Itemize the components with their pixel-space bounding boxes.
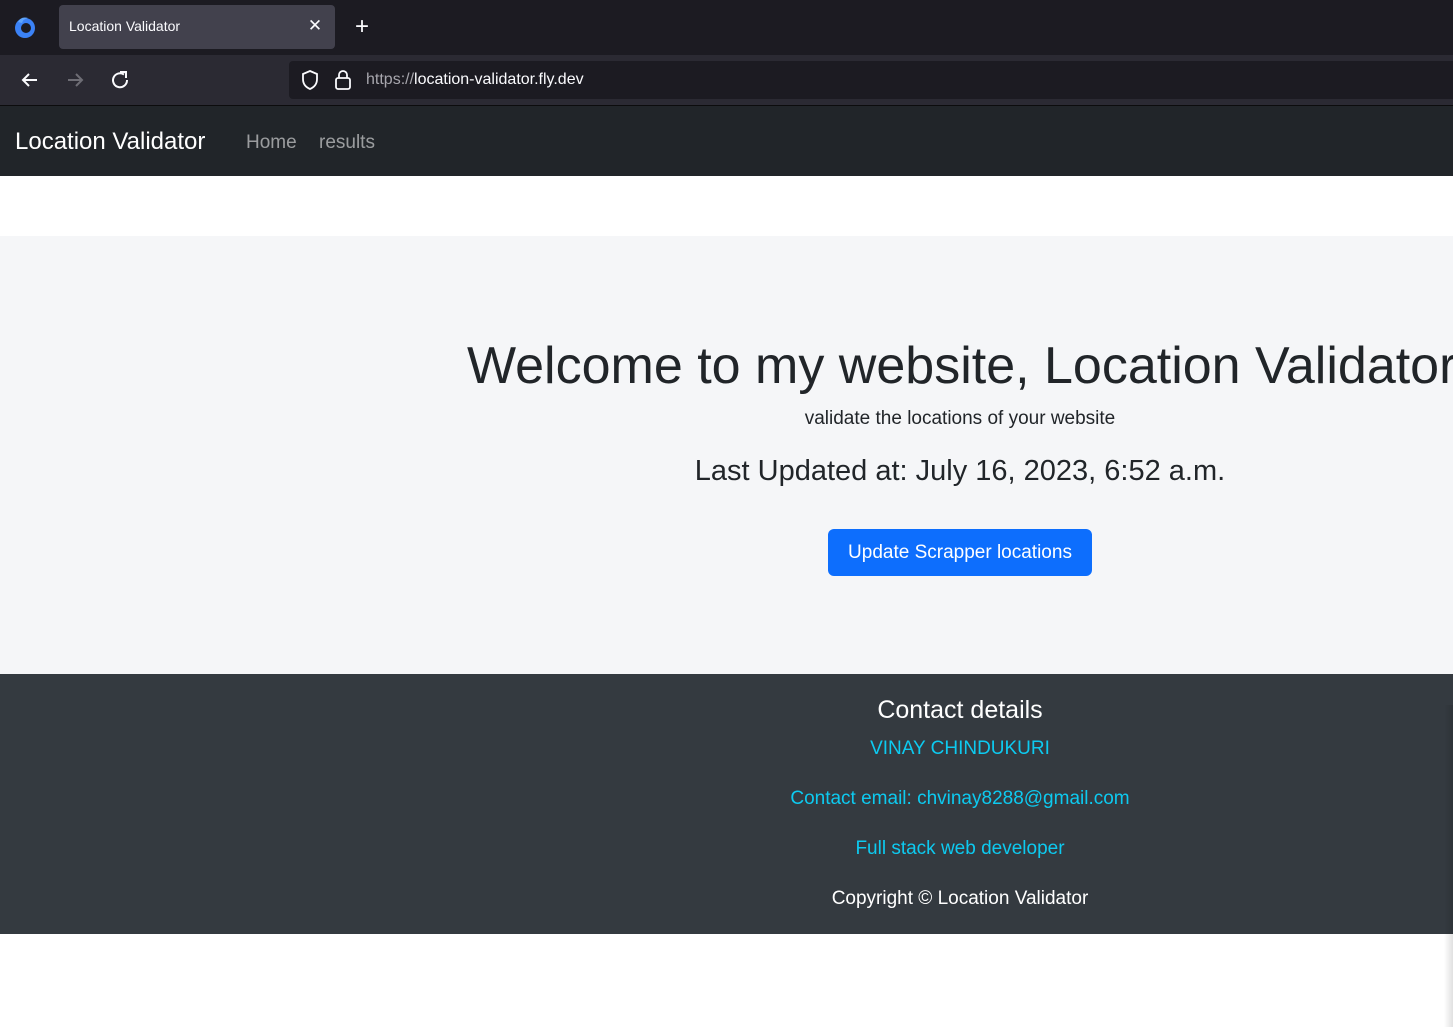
firefox-icon[interactable] — [12, 14, 38, 40]
role-link[interactable]: Full stack web developer — [855, 838, 1064, 859]
shield-icon[interactable] — [299, 69, 321, 91]
contact-details-heading: Contact details — [877, 696, 1043, 724]
update-scrapper-locations-button[interactable]: Update Scrapper locations — [828, 529, 1092, 576]
tab-title: Location Validator — [69, 18, 181, 34]
contact-email-link[interactable]: Contact email: chvinay8288@gmail.com — [790, 788, 1129, 809]
copyright-text: Copyright © Location Validator — [831, 888, 1089, 909]
new-tab-icon[interactable]: + — [350, 14, 374, 40]
browser-tab[interactable]: Location Validator ✕ — [59, 5, 335, 49]
forward-arrow-icon[interactable] — [62, 67, 88, 93]
hero-section: Welcome to my website, Location Validato… — [0, 236, 1453, 674]
last-updated-text: Last Updated at: July 16, 2023, 6:52 a.m… — [694, 455, 1226, 487]
hero-subtitle: validate the locations of your website — [804, 408, 1116, 429]
scrollbar-edge[interactable] — [1444, 705, 1453, 1027]
browser-tabstrip: Location Validator ✕ + — [0, 0, 1453, 55]
browser-toolbar: https://location-validator.fly.dev — [0, 55, 1453, 105]
nav-link-results[interactable]: results — [319, 132, 375, 154]
url-text[interactable]: https://location-validator.fly.dev — [366, 71, 584, 89]
back-arrow-icon[interactable] — [17, 67, 43, 93]
address-bar[interactable]: https://location-validator.fly.dev — [289, 61, 1453, 99]
hero-title: Welcome to my website, Location Validato… — [467, 337, 1453, 395]
navbar-brand[interactable]: Location Validator — [15, 128, 205, 156]
nav-link-home[interactable]: Home — [246, 132, 297, 154]
url-host: location-validator.fly.dev — [414, 71, 584, 88]
site-navbar: Location Validator Home results — [0, 106, 1453, 176]
reload-icon[interactable] — [107, 67, 133, 93]
url-scheme: https:// — [366, 71, 415, 88]
contact-name-link[interactable]: VINAY CHINDUKURI — [870, 738, 1050, 759]
footer: Contact details VINAY CHINDUKURI Contact… — [0, 674, 1453, 934]
close-tab-icon[interactable]: ✕ — [305, 16, 325, 36]
lock-icon[interactable] — [333, 69, 353, 91]
